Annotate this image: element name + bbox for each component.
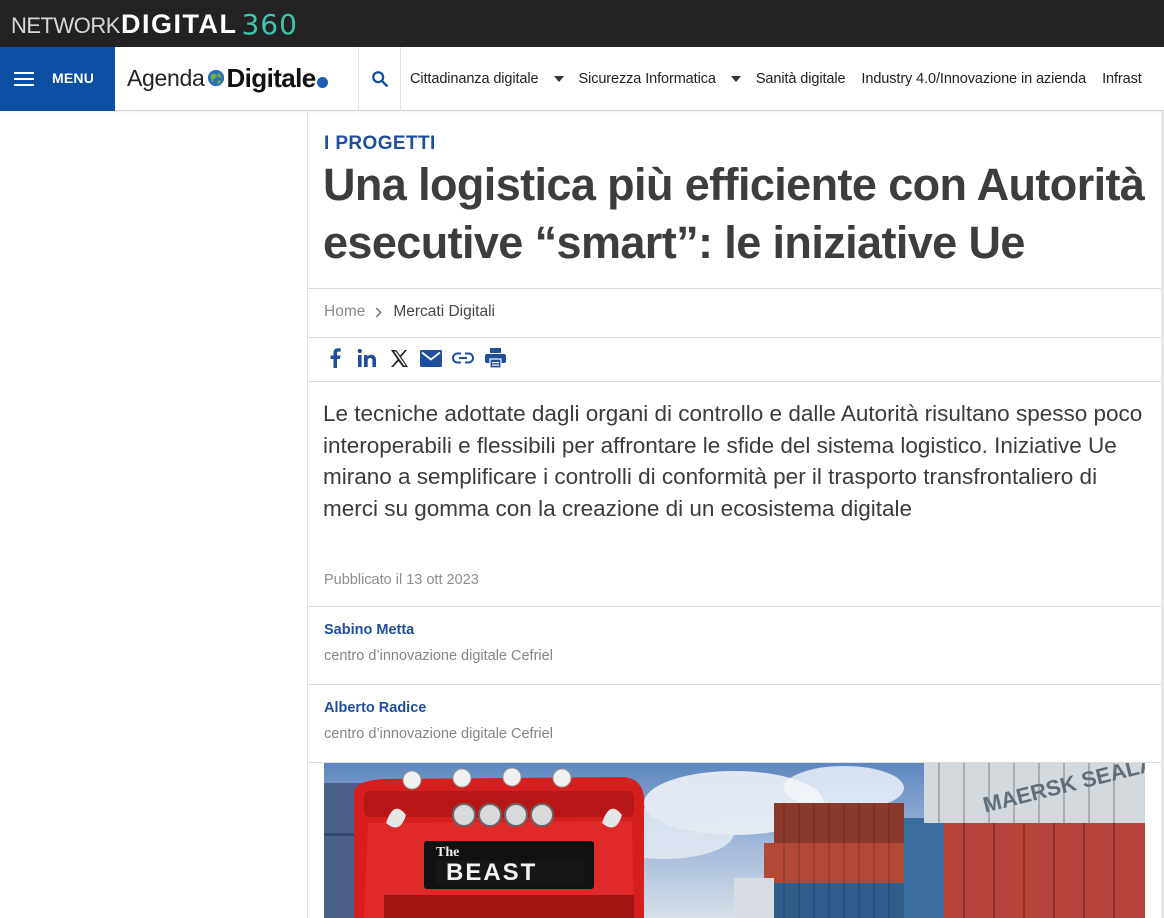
author-name[interactable]: Sabino Metta (324, 622, 414, 638)
brand-digital-text: DIGITAL (120, 9, 238, 39)
print-icon[interactable] (484, 347, 506, 369)
nav-item-infrastrutture[interactable]: Infrast (1102, 71, 1142, 87)
share-bar (324, 346, 516, 370)
article-hero-image: MAERSK SEALAND The BEAST (324, 763, 1145, 918)
search-button[interactable] (360, 47, 400, 111)
divider (308, 337, 1161, 338)
site-header: MENU Agenda Digitale Cittadinanza digita… (0, 47, 1164, 111)
link-icon[interactable] (452, 347, 474, 369)
menu-button[interactable]: MENU (0, 47, 115, 111)
linkedin-icon[interactable] (356, 347, 378, 369)
divider (308, 606, 1161, 607)
chevron-right-icon (376, 307, 383, 317)
chevron-down-icon[interactable] (730, 76, 741, 82)
divider (308, 684, 1161, 685)
nav-item-sanita-digitale[interactable]: Sanità digitale (756, 71, 846, 87)
divider (308, 381, 1161, 382)
hamburger-icon (14, 71, 34, 87)
globe-icon (207, 69, 224, 87)
breadcrumb: Home Mercati Digitali (324, 303, 495, 321)
search-icon (372, 71, 388, 87)
network-digital360-logo[interactable]: NETWORK DIGITAL 360 (11, 6, 298, 40)
menu-label: MENU (52, 70, 95, 86)
header-divider (400, 47, 401, 111)
breadcrumb-home[interactable]: Home (324, 303, 365, 321)
header-divider (358, 47, 359, 111)
author-affiliation: centro d’innovazione digitale Cefriel (324, 726, 553, 742)
logo-digitale-text: Digitale (226, 62, 317, 93)
divider (308, 288, 1161, 289)
facebook-icon[interactable] (324, 347, 346, 369)
brand-360-text: 360 (241, 8, 298, 41)
nav-item-sicurezza-informatica[interactable]: Sicurezza Informatica (579, 71, 716, 87)
article-lead: Le tecniche adottate dagli organi di con… (323, 401, 1143, 521)
main-nav: Cittadinanza digitale Sicurezza Informat… (410, 47, 1142, 111)
content-left-border (307, 111, 308, 918)
author-name[interactable]: Alberto Radice (324, 700, 426, 716)
eu-badge-icon (316, 76, 328, 88)
author-affiliation: centro d’innovazione digitale Cefriel (324, 648, 553, 664)
nav-item-cittadinanza-digitale[interactable]: Cittadinanza digitale (410, 71, 539, 87)
logo-agenda-text: Agenda (127, 64, 205, 91)
email-icon[interactable] (420, 347, 442, 369)
network-bar: NETWORK DIGITAL 360 (0, 0, 1164, 47)
chevron-down-icon[interactable] (553, 76, 564, 82)
agenda-digitale-logo[interactable]: Agenda Digitale (127, 61, 328, 95)
brand-network-text: NETWORK (11, 13, 120, 38)
nav-item-industry-4-0[interactable]: Industry 4.0/Innovazione in azienda (861, 71, 1086, 87)
publish-date: Pubblicato il 13 ott 2023 (324, 572, 479, 588)
x-icon[interactable] (388, 347, 410, 369)
article-title: Una logistica più efficiente con Autorit… (323, 159, 1145, 268)
svg-text:BEAST: BEAST (446, 859, 537, 886)
breadcrumb-current[interactable]: Mercati Digitali (393, 303, 495, 321)
truck-plate-text: The (436, 845, 459, 860)
article-category[interactable]: I PROGETTI (324, 133, 436, 155)
